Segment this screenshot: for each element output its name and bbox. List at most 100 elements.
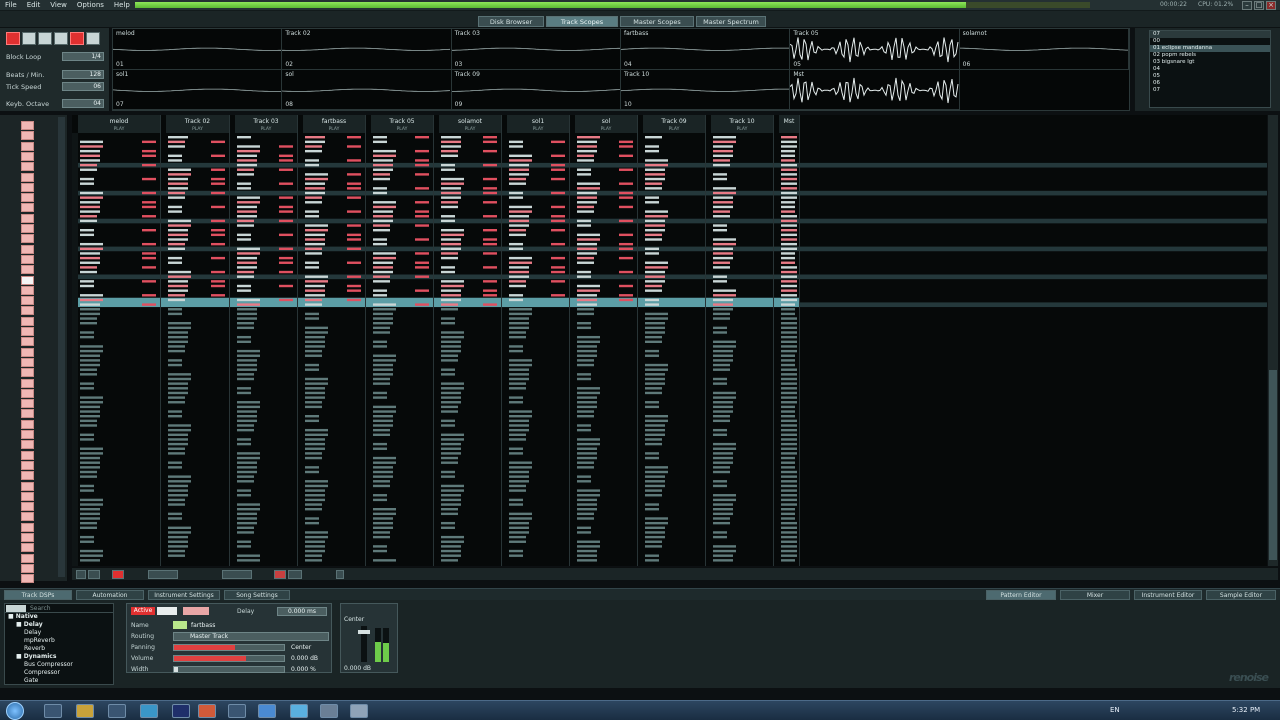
column-name[interactable]: sol1 [532, 118, 544, 125]
sequence-slot[interactable] [21, 316, 34, 326]
dsp-tree-item[interactable]: ■ Dynamics [5, 653, 113, 661]
sequence-slot[interactable] [21, 203, 34, 213]
sequence-slot[interactable] [21, 543, 34, 553]
sequence-slot[interactable] [21, 481, 34, 491]
sequence-slot[interactable] [21, 306, 34, 316]
record-edit-button[interactable] [112, 570, 124, 579]
volume-slider[interactable] [173, 655, 285, 662]
language-indicator[interactable]: EN [1110, 706, 1120, 714]
sequence-slot[interactable] [21, 522, 34, 532]
web-icon[interactable] [290, 704, 308, 718]
game-icon[interactable] [228, 704, 246, 718]
pattern-editor[interactable]: melod PLAY Track 02 PLAY Track 03 PLAY fartbas… [72, 115, 1267, 566]
step-length[interactable] [148, 570, 178, 579]
panning-slider[interactable] [173, 644, 285, 651]
sequence-slot[interactable] [21, 151, 34, 161]
tab-instrument-editor[interactable]: Instrument Editor [1134, 590, 1202, 600]
sequence-slot[interactable] [21, 440, 34, 450]
instrument-item[interactable]: 01 eclipse mandanna [1150, 45, 1270, 52]
track-color-swatch[interactable] [173, 621, 187, 629]
active-toggle[interactable]: Active [131, 607, 155, 615]
tab-master-scopes[interactable]: Master Scopes [620, 16, 694, 27]
scope-3[interactable]: Track 03 03 [451, 29, 621, 70]
explorer-icon[interactable] [44, 704, 62, 718]
menu-edit[interactable]: Edit [22, 0, 46, 11]
sequence-slot[interactable] [21, 254, 34, 264]
dsp-tree-item[interactable]: Bus Compressor [5, 661, 113, 669]
scope-2[interactable]: Track 02 02 [282, 29, 452, 70]
sequence-slot[interactable] [21, 460, 34, 470]
dsp-search-input[interactable]: Search [30, 605, 51, 612]
dsp-tree-item[interactable]: ■ Delay [5, 621, 113, 629]
scope-5[interactable]: Track 05 05 [790, 29, 960, 70]
tab-song-settings[interactable]: Song Settings [224, 590, 290, 600]
scope-6[interactable]: solamot 06 [959, 29, 1129, 70]
sequence-slot[interactable] [21, 182, 34, 192]
tab-disk-browser[interactable]: Disk Browser [478, 16, 544, 27]
menu-options[interactable]: Options [72, 0, 109, 11]
sequence-slot[interactable] [21, 131, 34, 141]
sequence-slot[interactable] [21, 172, 34, 182]
sequence-slot[interactable] [21, 244, 34, 254]
sequence-slot[interactable] [21, 471, 34, 481]
solo-button[interactable] [288, 570, 302, 579]
sequence-slot[interactable] [21, 357, 34, 367]
sequence-slot[interactable] [21, 368, 34, 378]
sequence-slot[interactable] [21, 419, 34, 429]
sequence-slot[interactable] [21, 574, 34, 584]
sequence-slot[interactable] [21, 275, 34, 285]
column-name[interactable]: fartbass [322, 118, 346, 125]
width-slider[interactable] [173, 666, 285, 673]
tab-pattern-editor[interactable]: Pattern Editor [986, 590, 1056, 600]
minimize-button[interactable]: – [1242, 1, 1252, 10]
scope-7[interactable]: sol1 07 [113, 69, 283, 110]
sequence-slot[interactable] [21, 234, 34, 244]
sequence-slot[interactable] [21, 533, 34, 542]
sequence-slot[interactable] [21, 347, 34, 357]
sequence-slot[interactable] [21, 141, 34, 151]
editor-scrollbar[interactable] [1268, 115, 1278, 566]
add-button[interactable] [336, 570, 344, 579]
column-name[interactable]: melod [110, 118, 129, 125]
close-button[interactable]: × [1266, 1, 1276, 10]
sequence-slot[interactable] [21, 512, 34, 522]
column-name[interactable]: solamot [458, 118, 483, 125]
tab-track-dsps[interactable]: Track DSPs [4, 590, 72, 600]
column-name[interactable]: Mst [784, 118, 795, 125]
column-name[interactable]: Track 05 [388, 118, 414, 125]
photoshop-icon[interactable] [172, 704, 190, 718]
instrument-item[interactable]: 03 bigsnare lgt [1150, 59, 1270, 66]
mute-button[interactable] [274, 570, 286, 579]
dsp-tree-item[interactable]: Gate [5, 677, 113, 685]
instrument-item[interactable]: 05 [1150, 73, 1270, 80]
scope-10[interactable]: Track 10 10 [621, 69, 791, 110]
tab-sample-editor[interactable]: Sample Editor [1206, 590, 1276, 600]
tab-track-scopes[interactable]: Track Scopes [546, 16, 618, 27]
menu-help[interactable]: Help [109, 0, 135, 11]
pattern-length[interactable] [222, 570, 252, 579]
menu-file[interactable]: File [0, 0, 22, 11]
record-button[interactable] [54, 32, 68, 45]
maximize-button[interactable]: □ [1254, 1, 1264, 10]
browser-icon[interactable] [258, 704, 276, 718]
column-name[interactable]: Track 02 [184, 118, 210, 125]
dsp-tree-item[interactable]: Delay [5, 629, 113, 637]
metronome-button[interactable] [86, 32, 100, 45]
meter-fader[interactable] [358, 626, 370, 662]
sequence-slot[interactable] [21, 491, 34, 501]
dsp-tree-item[interactable]: Reverb [5, 645, 113, 653]
instrument-item[interactable]: 00 [1150, 38, 1270, 45]
sequence-slot[interactable] [21, 563, 34, 573]
sequence-slot[interactable] [21, 193, 34, 203]
tab-master-spectrum[interactable]: Master Spectrum [696, 16, 766, 27]
instrument-item[interactable]: 06 [1150, 80, 1270, 87]
sequence-slot[interactable] [21, 337, 34, 347]
scope-9[interactable]: Track 09 09 [451, 69, 621, 110]
sequence-slot[interactable] [21, 502, 34, 512]
media-icon[interactable] [140, 704, 158, 718]
sequence-slot[interactable] [21, 388, 34, 398]
column-name[interactable]: Track 10 [728, 118, 754, 125]
instrument-list[interactable]: 07 00 01 eclipse mandanna 02 popm rebels 03 … [1149, 30, 1271, 108]
dsp-toggle-2[interactable] [157, 607, 177, 615]
clock[interactable]: 5:32 PM [1232, 706, 1260, 714]
